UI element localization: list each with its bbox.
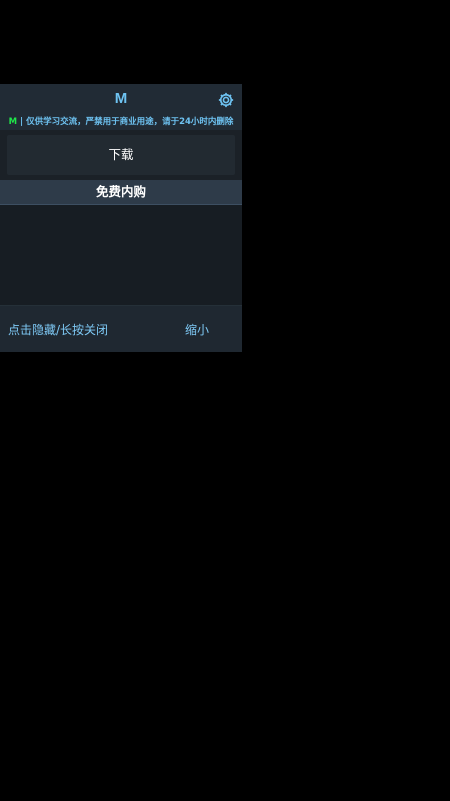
gear-icon[interactable] bbox=[217, 91, 235, 109]
disclaimer-notice: M | 仅供学习交流，严禁用于商业用途，请于24小时内删除 bbox=[0, 115, 242, 127]
panel-header: M M | 仅供学习交流，严禁用于商业用途，请于24小时内删除 bbox=[0, 84, 242, 130]
section-header-free-purchase[interactable]: 免费内购 bbox=[0, 180, 242, 205]
minimize-button[interactable]: 缩小 bbox=[185, 321, 209, 338]
notice-separator: | bbox=[17, 117, 27, 127]
download-button[interactable]: 下载 bbox=[7, 135, 235, 175]
section-content bbox=[0, 205, 242, 305]
notice-brand: M bbox=[8, 117, 18, 127]
floating-panel: M M | 仅供学习交流，严禁用于商业用途，请于24小时内删除 下载 免费内购 … bbox=[0, 84, 242, 352]
hide-close-button[interactable]: 点击隐藏/长按关闭 bbox=[8, 321, 108, 338]
panel-footer: 点击隐藏/长按关闭 缩小 bbox=[0, 305, 242, 352]
notice-text: 仅供学习交流，严禁用于商业用途，请于24小时内删除 bbox=[26, 117, 234, 127]
panel-title: M bbox=[114, 90, 128, 107]
